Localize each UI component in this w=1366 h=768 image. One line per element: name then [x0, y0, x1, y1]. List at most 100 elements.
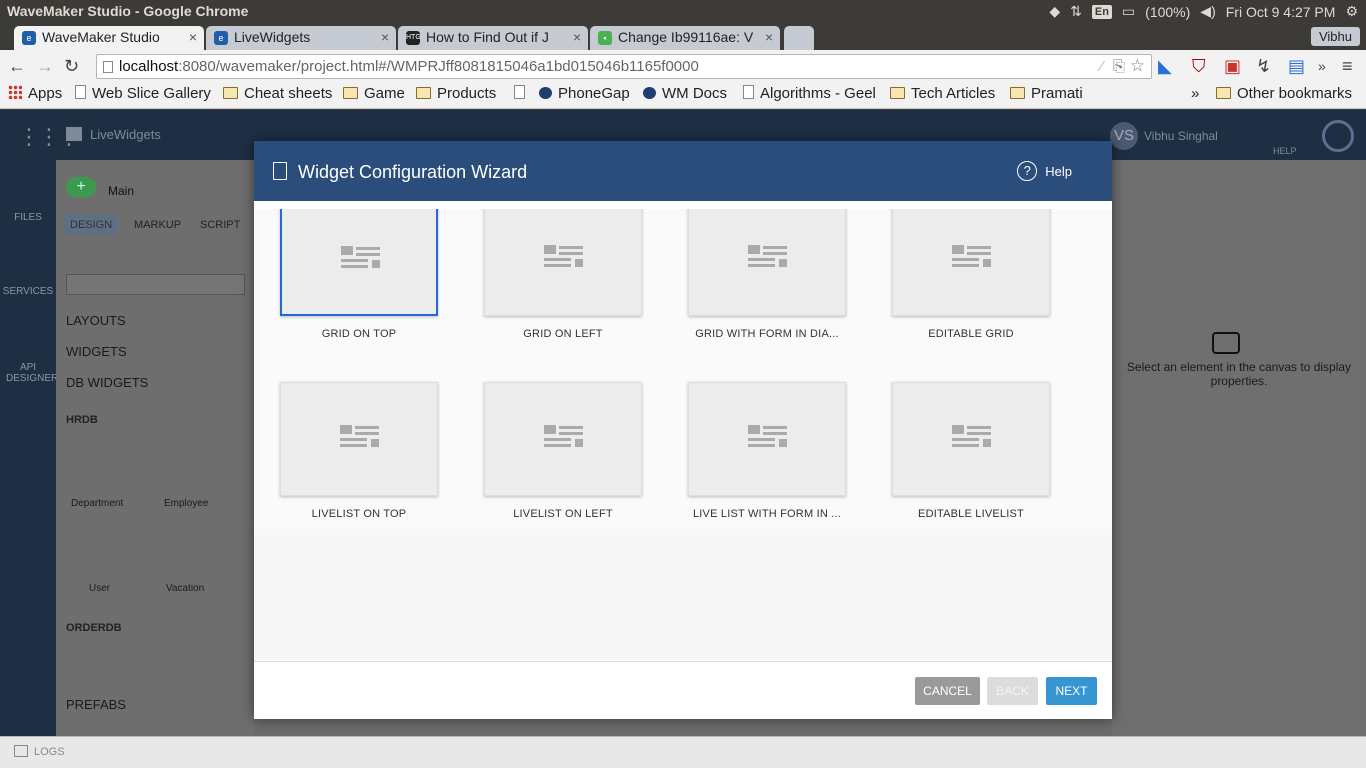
bookmark-products[interactable]: Products — [416, 85, 496, 102]
template-thumbnail[interactable] — [688, 382, 846, 496]
bookmark-star-icon[interactable]: ☆ — [1130, 56, 1145, 76]
cancel-button[interactable]: CANCEL — [915, 677, 980, 705]
help-icon: ? — [1017, 161, 1038, 181]
bookmark-tech-articles[interactable]: Tech Articles — [890, 85, 995, 102]
battery-percent: (100%) — [1145, 3, 1191, 20]
close-tab-icon[interactable]: × — [189, 29, 197, 45]
address-bar[interactable]: localhost:8080/wavemaker/project.html#/W… — [96, 54, 1152, 79]
template-tile[interactable]: LIVE LIST WITH FORM IN ... — [688, 382, 846, 520]
tab-livewidgets[interactable]: e LiveWidgets × — [206, 26, 396, 50]
template-tile[interactable]: GRID ON TOP — [280, 209, 438, 340]
bookmark-wm-docs[interactable]: WM Docs — [643, 85, 727, 102]
help-link[interactable]: ? Help — [1017, 161, 1072, 181]
tab-gerrit-change[interactable]: ▪ Change Ib99116ae: V × — [590, 26, 780, 50]
bookmark-cheat-sheets[interactable]: Cheat sheets — [223, 85, 332, 102]
wavemaker-logo-icon — [1322, 120, 1354, 152]
bookmark-label: Other bookmarks — [1237, 85, 1353, 102]
clock[interactable]: Fri Oct 9 4:27 PM — [1226, 4, 1336, 20]
bookmark-apps[interactable]: Apps — [8, 85, 62, 102]
bookmark-untitled[interactable] — [514, 85, 531, 102]
close-tab-icon[interactable]: × — [765, 29, 773, 45]
db-widget-user[interactable]: User — [89, 583, 110, 594]
profile-button[interactable]: Vibhu — [1310, 27, 1360, 46]
battery-icon[interactable]: ▭ — [1122, 3, 1135, 20]
rail-files[interactable]: FILES — [0, 212, 56, 223]
db-widget-employee[interactable]: Employee — [164, 498, 208, 509]
bookmark-label: Apps — [28, 85, 63, 102]
template-tile[interactable]: GRID ON LEFT — [484, 209, 642, 340]
bookmark-web-slice-gallery[interactable]: Web Slice Gallery — [75, 85, 211, 102]
close-tab-icon[interactable]: × — [573, 29, 581, 45]
section-layouts[interactable]: LAYOUTS — [66, 313, 126, 328]
close-tab-icon[interactable]: × — [381, 29, 389, 45]
tab-script[interactable]: SCRIPT — [200, 219, 240, 231]
template-tile[interactable]: GRID WITH FORM IN DIA... — [688, 209, 846, 340]
page-tab-main[interactable]: Main — [108, 184, 134, 198]
bookmark-game[interactable]: Game — [343, 85, 405, 102]
folder-icon — [890, 87, 905, 99]
template-thumbnail[interactable] — [280, 209, 438, 316]
section-db-widgets[interactable]: DB WIDGETS — [66, 375, 148, 390]
user-name[interactable]: Vibhu Singhal — [1144, 129, 1218, 143]
reload-icon[interactable]: ↻ — [64, 56, 79, 77]
no-script-icon[interactable]: ⁄ — [1100, 58, 1103, 75]
db-widget-vacation[interactable]: Vacation — [166, 583, 204, 594]
new-tab-button[interactable] — [784, 26, 814, 50]
template-thumbnail[interactable] — [484, 382, 642, 496]
page-info-icon[interactable] — [103, 61, 113, 73]
settings-gear-icon[interactable]: ⚙ — [1345, 3, 1358, 20]
volume-icon[interactable]: ◀) — [1200, 3, 1215, 20]
section-prefabs[interactable]: PREFABS — [66, 697, 126, 712]
logs-button[interactable]: LOGS — [34, 746, 65, 758]
add-page-button[interactable]: + — [66, 177, 96, 197]
template-tile[interactable]: EDITABLE LIVELIST — [892, 382, 1050, 520]
template-thumbnail[interactable] — [280, 382, 438, 496]
bookmark-label: Pramati — [1031, 85, 1083, 102]
bookmarks-overflow[interactable]: » — [1191, 85, 1199, 102]
template-tile[interactable]: LIVELIST ON LEFT — [484, 382, 642, 520]
search-input[interactable] — [66, 274, 245, 295]
tab-markup[interactable]: MARKUP — [134, 219, 181, 231]
wavemaker-favicon-icon: e — [22, 31, 36, 45]
screen-extension-icon[interactable]: ▤ — [1288, 56, 1305, 77]
chrome-menu-icon[interactable]: ≡ — [1342, 56, 1353, 77]
template-thumbnail[interactable] — [892, 382, 1050, 496]
template-thumbnail[interactable] — [688, 209, 846, 316]
extensions-overflow-icon[interactable]: » — [1318, 58, 1326, 74]
extension-icon[interactable]: ↯ — [1256, 56, 1271, 77]
db-widget-department[interactable]: Department — [71, 498, 123, 509]
pocket-icon[interactable]: ▣ — [1224, 56, 1241, 77]
template-label: GRID ON LEFT — [523, 328, 603, 340]
dropbox-icon[interactable]: ◆ — [1049, 3, 1060, 20]
folder-icon — [1010, 87, 1025, 99]
back-arrow-icon[interactable]: ← — [8, 56, 26, 77]
back-button[interactable]: BACK — [987, 677, 1038, 705]
project-name[interactable]: LiveWidgets — [90, 127, 161, 142]
rail-services[interactable]: SERVICES — [0, 286, 56, 297]
layout-template-icon — [748, 245, 787, 267]
section-widgets[interactable]: WIDGETS — [66, 344, 127, 359]
bookmark-label: Tech Articles — [911, 85, 996, 102]
network-icon[interactable]: ⇅ — [1070, 3, 1082, 20]
template-tile[interactable]: EDITABLE GRID — [892, 209, 1050, 340]
bookmark-pramati[interactable]: Pramati — [1010, 85, 1083, 102]
forward-arrow-icon[interactable]: → — [36, 56, 54, 77]
template-thumbnail[interactable] — [892, 209, 1050, 316]
tab-design[interactable]: DESIGN — [64, 215, 119, 235]
other-bookmarks[interactable]: Other bookmarks — [1216, 85, 1352, 102]
template-tile[interactable]: LIVELIST ON TOP — [280, 382, 438, 520]
avatar[interactable]: VS — [1110, 122, 1138, 150]
tab-htg[interactable]: HTG How to Find Out if J × — [398, 26, 588, 50]
rail-api-designer[interactable]: API DESIGNER — [0, 362, 58, 384]
bookmark-algorithms[interactable]: Algorithms - Geel — [743, 85, 879, 102]
next-button[interactable]: NEXT — [1046, 677, 1097, 705]
template-thumbnail[interactable] — [484, 209, 642, 316]
help-label: Help — [1045, 163, 1072, 179]
page-action-icon[interactable]: ⎘ — [1113, 58, 1125, 75]
extension-pin-icon[interactable]: ◣ — [1158, 56, 1172, 77]
keyboard-layout[interactable]: En — [1091, 4, 1112, 19]
help-menu[interactable]: HELP — [1273, 146, 1297, 156]
tab-wavemaker-studio[interactable]: e WaveMaker Studio × — [14, 26, 204, 50]
bookmark-phonegap[interactable]: PhoneGap — [539, 85, 630, 102]
ublock-icon[interactable]: ⛉ — [1192, 56, 1206, 77]
